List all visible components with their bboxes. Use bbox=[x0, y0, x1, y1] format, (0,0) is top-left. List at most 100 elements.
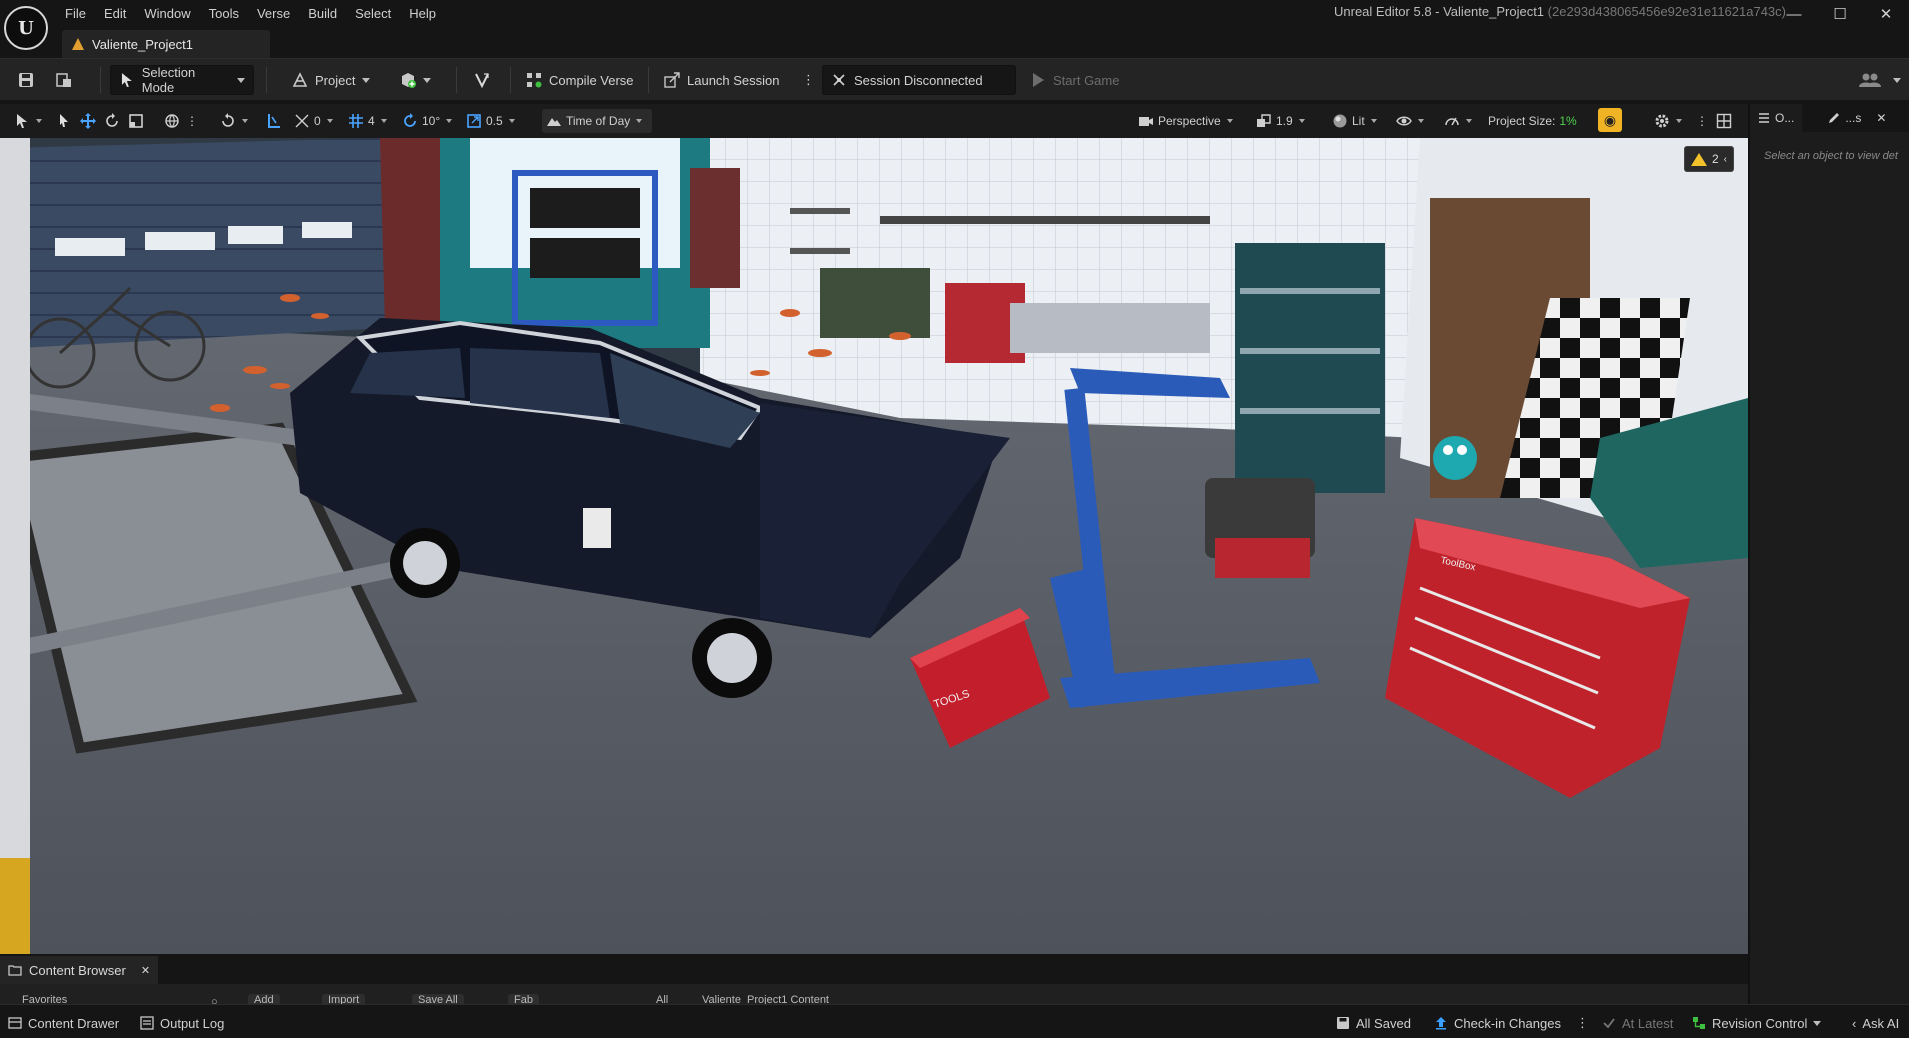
unreal-logo-icon[interactable]: U bbox=[4, 6, 48, 50]
toolbar-separator bbox=[648, 67, 649, 93]
warnings-badge[interactable]: 2 ‹ bbox=[1684, 146, 1734, 172]
rotate-icon bbox=[106, 113, 118, 127]
chevron-down-icon bbox=[446, 119, 453, 123]
arrow-icon bbox=[60, 114, 68, 127]
output-log-button[interactable]: Output Log bbox=[140, 1013, 224, 1033]
ask-ai-button[interactable]: ‹ Ask AI bbox=[1852, 1013, 1899, 1033]
selection-mode-dropdown[interactable]: Selection Mode bbox=[110, 65, 254, 95]
scalability-dropdown[interactable] bbox=[1440, 109, 1476, 133]
chevron-left-icon: ‹ bbox=[1723, 153, 1728, 165]
project-size-indicator[interactable]: Project Size: 1% bbox=[1484, 109, 1581, 133]
check-in-changes-button[interactable]: Check-in Changes bbox=[1434, 1013, 1561, 1033]
path-all[interactable]: All bbox=[650, 994, 674, 1004]
users-icon[interactable] bbox=[1850, 65, 1909, 95]
panel-tabs: O... ...s ✕ bbox=[1750, 104, 1909, 132]
rotation-snap-dropdown[interactable]: 10° bbox=[398, 109, 456, 133]
snap-rotate-icon bbox=[222, 113, 234, 127]
maximize-icon[interactable]: ☐ bbox=[1817, 0, 1863, 28]
at-latest-indicator[interactable]: At Latest bbox=[1602, 1013, 1673, 1033]
content-browser-tab[interactable]: Content Browser ✕ bbox=[0, 956, 158, 984]
chevron-left-icon: ‹ bbox=[1852, 1015, 1857, 1031]
globe-icon bbox=[165, 114, 179, 128]
tab-details[interactable]: ...s ✕ bbox=[1820, 104, 1894, 132]
performance-gauge-icon bbox=[1445, 117, 1459, 126]
snap-dropdown[interactable] bbox=[216, 109, 252, 133]
close-icon[interactable]: ✕ bbox=[1876, 111, 1886, 125]
document-tab-label: Valiente_Project1 bbox=[92, 36, 193, 52]
perspective-dropdown[interactable]: Perspective bbox=[1134, 109, 1237, 133]
select-mode-button[interactable] bbox=[52, 109, 76, 133]
menu-help[interactable]: Help bbox=[400, 4, 445, 26]
menu-build[interactable]: Build bbox=[299, 4, 346, 26]
minimize-icon[interactable]: — bbox=[1771, 0, 1817, 28]
verse-button[interactable] bbox=[466, 65, 498, 95]
surface-snap-button[interactable] bbox=[262, 109, 286, 133]
menu-select[interactable]: Select bbox=[346, 4, 400, 26]
select-tool-dropdown[interactable] bbox=[10, 109, 46, 133]
grid-snap-dropdown[interactable]: 0 bbox=[290, 109, 337, 133]
pencil-icon bbox=[1829, 113, 1840, 123]
document-tab[interactable]: Valiente_Project1 bbox=[62, 30, 270, 58]
start-game-button[interactable]: Start Game bbox=[1022, 65, 1127, 95]
fab-button[interactable]: Fab bbox=[508, 994, 539, 1004]
warning-count: 2 bbox=[1711, 152, 1719, 166]
check-icon bbox=[1603, 1018, 1615, 1029]
layout-button[interactable] bbox=[1712, 109, 1736, 133]
more-options-icon[interactable]: ⋮ bbox=[182, 109, 202, 133]
project-icon bbox=[292, 72, 308, 87]
save-status-icon bbox=[1337, 1017, 1349, 1029]
level-viewport[interactable]: TOOLS ToolBox 2 ‹ bbox=[0, 138, 1748, 954]
camera-speed-icon bbox=[1257, 114, 1271, 127]
time-of-day-dropdown[interactable]: Time of Day bbox=[542, 109, 652, 133]
search-icon[interactable]: ○ bbox=[205, 996, 225, 1004]
view-mode-dropdown[interactable]: Lit bbox=[1328, 109, 1381, 133]
browse-button[interactable] bbox=[48, 65, 80, 95]
launch-session-button[interactable]: Launch Session bbox=[656, 65, 788, 95]
surface-snap-icon bbox=[268, 114, 280, 128]
more-options-icon[interactable]: ⋮ bbox=[794, 65, 823, 95]
project-dropdown[interactable]: Project bbox=[284, 65, 378, 95]
scale-snap-value: 0.5 bbox=[486, 114, 503, 128]
settings-dropdown[interactable] bbox=[1650, 109, 1686, 133]
scale-button[interactable] bbox=[124, 109, 148, 133]
tab-outliner[interactable]: O... bbox=[1750, 104, 1803, 132]
list-icon bbox=[1759, 113, 1769, 123]
save-all-button[interactable]: Save All bbox=[412, 994, 464, 1004]
all-saved-indicator[interactable]: All Saved bbox=[1336, 1013, 1411, 1033]
level-icon bbox=[72, 38, 84, 50]
menu-edit[interactable]: Edit bbox=[95, 4, 135, 26]
details-hint: Select an object to view det bbox=[1764, 150, 1898, 162]
scale-snap-dropdown[interactable]: 0.5 bbox=[462, 109, 519, 133]
import-button[interactable]: Import bbox=[322, 994, 366, 1004]
show-flags-dropdown[interactable] bbox=[1392, 109, 1428, 133]
grid-size-dropdown[interactable]: 4 bbox=[344, 109, 391, 133]
chevron-down-icon bbox=[362, 77, 371, 83]
save-button[interactable] bbox=[10, 65, 42, 95]
world-local-button[interactable] bbox=[160, 109, 184, 133]
add-content-dropdown[interactable] bbox=[392, 65, 439, 95]
content-drawer-button[interactable]: Content Drawer bbox=[8, 1013, 119, 1033]
toolbar-separator bbox=[100, 67, 101, 93]
warning-icon bbox=[1690, 152, 1707, 166]
translate-button[interactable] bbox=[76, 109, 100, 133]
menu-file[interactable]: File bbox=[56, 4, 95, 26]
add-button[interactable]: Add bbox=[248, 994, 280, 1004]
close-icon[interactable]: ✕ bbox=[1863, 0, 1909, 28]
close-icon[interactable]: ✕ bbox=[141, 964, 150, 977]
chevron-down-icon bbox=[1676, 119, 1682, 123]
camera-speed-dropdown[interactable]: 1.9 bbox=[1252, 109, 1309, 133]
menu-window[interactable]: Window bbox=[135, 4, 199, 26]
realtime-toggle-icon[interactable]: ◉ bbox=[1598, 108, 1622, 132]
more-options-icon[interactable]: ⋮ bbox=[1692, 109, 1712, 133]
revision-control-dropdown[interactable]: Revision Control bbox=[1692, 1013, 1822, 1033]
snap-angle-icon bbox=[295, 114, 309, 128]
path-content[interactable]: Valiente_Project1 Content bbox=[696, 994, 835, 1004]
menu-tools[interactable]: Tools bbox=[200, 4, 248, 26]
window-title: Unreal Editor 5.8 - Valiente_Project1 (2… bbox=[1334, 4, 1786, 19]
compile-verse-button[interactable]: Compile Verse bbox=[518, 65, 642, 95]
session-status-button[interactable]: Session Disconnected bbox=[822, 65, 1016, 95]
favorites-label[interactable]: Favorites bbox=[16, 994, 73, 1004]
menu-verse[interactable]: Verse bbox=[248, 4, 299, 26]
more-options-icon[interactable]: ⋮ bbox=[1576, 1013, 1589, 1033]
rotate-button[interactable] bbox=[100, 109, 124, 133]
